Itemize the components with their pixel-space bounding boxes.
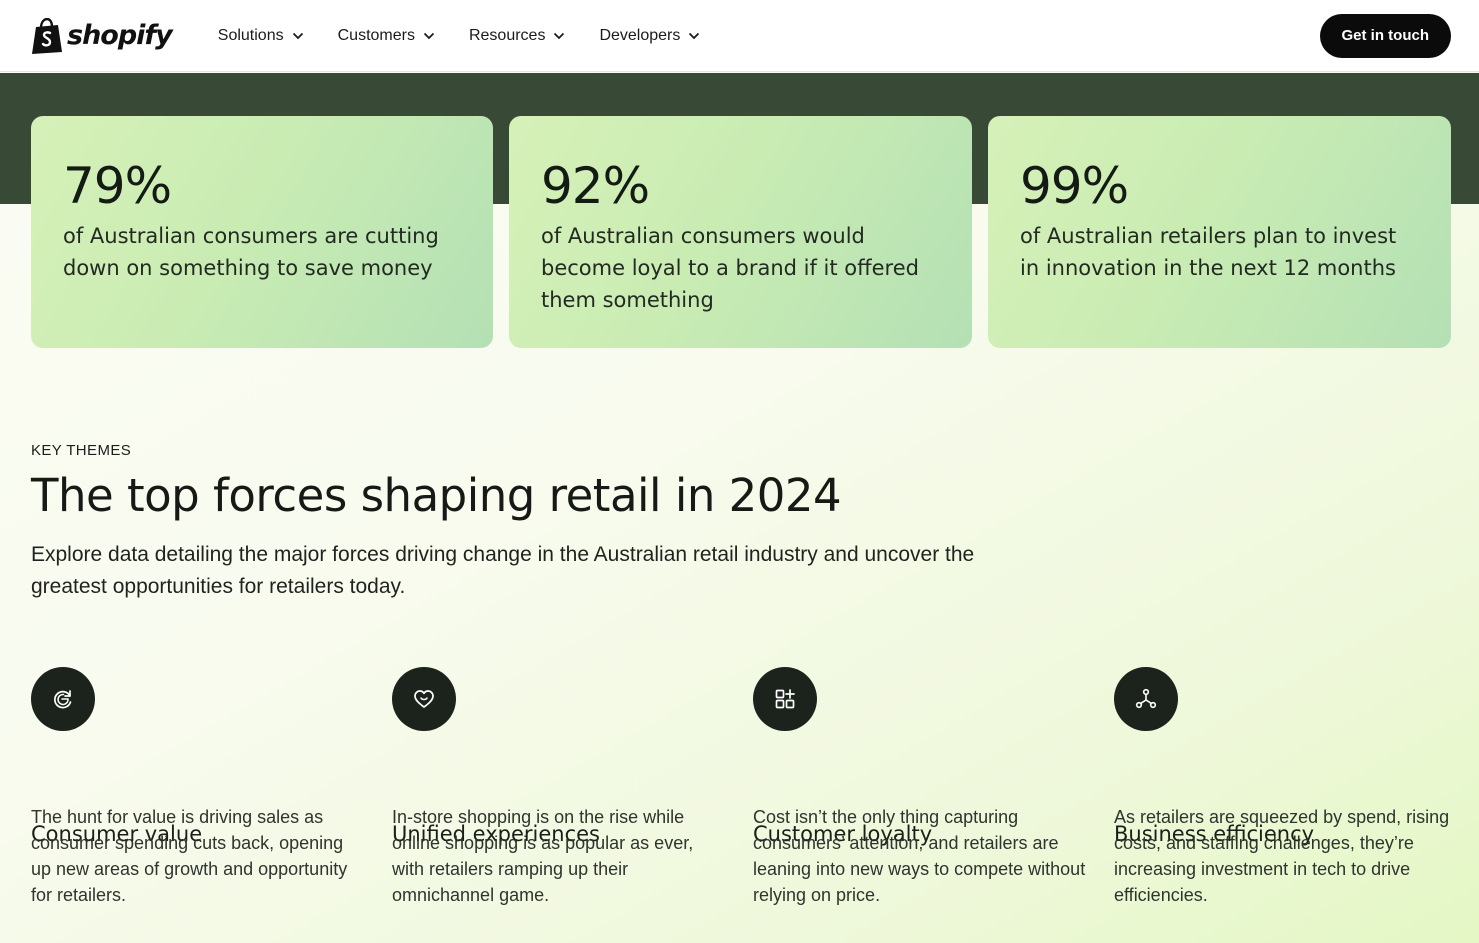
stat-value: 79% — [63, 157, 172, 215]
feature-description: As retailers are squeezed by spend, risi… — [1114, 807, 1450, 905]
nav-developers[interactable]: Developers — [599, 27, 700, 45]
refresh-value-icon — [54, 690, 72, 709]
stat-description: of Australian consumers would become loy… — [541, 224, 919, 312]
apps-add-icon — [775, 689, 795, 709]
section-eyebrow: KEY THEMES — [31, 442, 132, 459]
nav-label: Developers — [599, 26, 681, 44]
feature-consumer-value: Consumer value The hunt for value is dri… — [31, 667, 392, 905]
feature-description: In-store shopping is on the rise while o… — [392, 807, 694, 905]
top-navigation-bar: shopify Solutions Customers Resources De… — [0, 0, 1479, 72]
feature-list: Consumer value The hunt for value is dri… — [31, 667, 1475, 905]
stat-value: 92% — [541, 157, 650, 215]
feature-description: Cost isn’t the only thing capturing cons… — [753, 807, 1086, 905]
main-nav: Solutions Customers Resources Developers — [218, 27, 735, 45]
chevron-down-icon — [554, 32, 565, 39]
feature-icon-circle — [1114, 667, 1178, 731]
stat-card: 92% of Australian consumers would become… — [509, 116, 972, 348]
nav-solutions[interactable]: Solutions — [218, 27, 304, 45]
brand-wordmark: shopify — [67, 20, 173, 51]
get-in-touch-button[interactable]: Get in touch — [1319, 13, 1451, 58]
stat-description: of Australian consumers are cutting down… — [63, 224, 439, 280]
nav-resources[interactable]: Resources — [469, 27, 565, 45]
nav-label: Solutions — [217, 26, 284, 44]
shopping-bag-icon — [32, 17, 62, 54]
network-icon — [1135, 688, 1157, 709]
stats-row: 79% of Australian consumers are cutting … — [31, 116, 1451, 348]
feature-customer-loyalty: Customer loyalty Cost isn’t the only thi… — [753, 667, 1114, 905]
nav-customers[interactable]: Customers — [338, 27, 435, 45]
stat-card: 79% of Australian consumers are cutting … — [31, 116, 493, 348]
chevron-down-icon — [689, 32, 700, 39]
nav-label: Resources — [468, 26, 546, 44]
chevron-down-icon — [423, 32, 435, 39]
feature-icon-circle — [392, 667, 456, 731]
nav-label: Customers — [337, 26, 415, 44]
feature-business-efficiency: Business efficiency As retailers are squ… — [1114, 667, 1475, 905]
stat-value: 99% — [1020, 157, 1129, 215]
feature-icon-circle — [31, 667, 95, 731]
stat-description: of Australian retailers plan to invest i… — [1020, 224, 1397, 280]
section-subtitle: Explore data detailing the major forces … — [31, 543, 975, 598]
feature-description: The hunt for value is driving sales as c… — [31, 807, 348, 905]
section-title: The top forces shaping retail in 2024 — [31, 469, 842, 522]
feature-icon-circle — [753, 667, 817, 731]
chevron-down-icon — [292, 32, 303, 39]
heart-icon — [414, 690, 434, 708]
shopify-logo[interactable]: shopify — [31, 17, 173, 54]
stat-card: 99% of Australian retailers plan to inve… — [988, 116, 1451, 348]
feature-unified-experiences: Unified experiences In-store shopping is… — [392, 667, 753, 905]
